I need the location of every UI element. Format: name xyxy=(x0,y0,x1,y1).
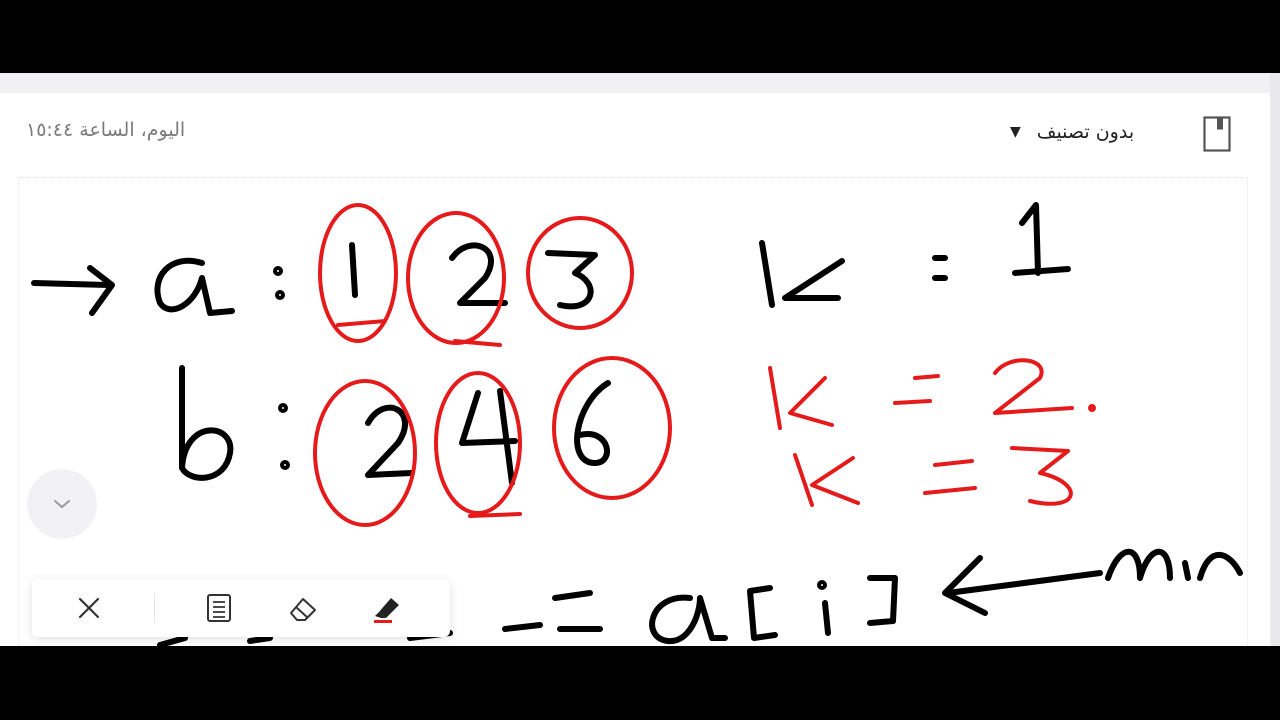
handwriting-ink xyxy=(31,202,1243,646)
close-icon xyxy=(78,597,100,619)
ink-colon-2 xyxy=(932,255,948,281)
eraser-icon xyxy=(290,598,316,621)
red-digit-2 xyxy=(993,358,1074,415)
red-equals-2 xyxy=(893,374,940,405)
highlighter-button[interactable] xyxy=(370,591,404,625)
red-k-2 xyxy=(768,366,834,430)
document-icon xyxy=(207,594,231,622)
ink-letter-b xyxy=(179,365,234,481)
ink-colon xyxy=(273,266,283,276)
text-mode-button[interactable] xyxy=(202,591,236,625)
ink-bracket-close xyxy=(867,575,898,626)
ink-letter-a-bottom xyxy=(649,594,728,644)
red-digit-3 xyxy=(1010,446,1073,506)
highlighter-icon xyxy=(374,598,399,623)
toolbar-divider xyxy=(154,593,155,623)
eraser-button[interactable] xyxy=(286,591,320,625)
ink-bottom-equals xyxy=(502,590,603,632)
red-circle-2 xyxy=(406,211,506,345)
drawing-toolbar xyxy=(32,579,450,637)
ink-digit-2b xyxy=(365,404,415,478)
ink-digit-1b xyxy=(1012,202,1071,276)
ink-i xyxy=(822,600,831,636)
note-app: اليوم، الساعة ١٥:٤٤ ▼ بدون تصنيف xyxy=(0,73,1280,646)
ink-digit-4 xyxy=(459,388,518,486)
ink-digit-1 xyxy=(349,242,358,298)
video-letterbox-bottom xyxy=(0,646,1280,720)
ink-letter-k xyxy=(759,240,845,308)
ink-digit-3 xyxy=(545,250,598,310)
close-button[interactable] xyxy=(72,591,106,625)
ink-arrow xyxy=(31,265,115,316)
chevron-down-icon xyxy=(54,500,70,509)
collapse-button[interactable] xyxy=(27,469,97,539)
ink-letter-a xyxy=(154,257,235,316)
ink-min xyxy=(1105,548,1243,581)
red-equals-3 xyxy=(923,459,977,495)
red-circle-4 xyxy=(313,379,417,527)
red-circle-6 xyxy=(552,356,672,500)
ink-digit-6 xyxy=(574,380,611,466)
red-k-3 xyxy=(793,453,860,507)
ink-left-arrow xyxy=(942,555,1103,616)
ink-digit-2 xyxy=(449,242,508,306)
ink-bracket-open xyxy=(747,585,778,641)
video-letterbox-top xyxy=(0,0,1280,73)
